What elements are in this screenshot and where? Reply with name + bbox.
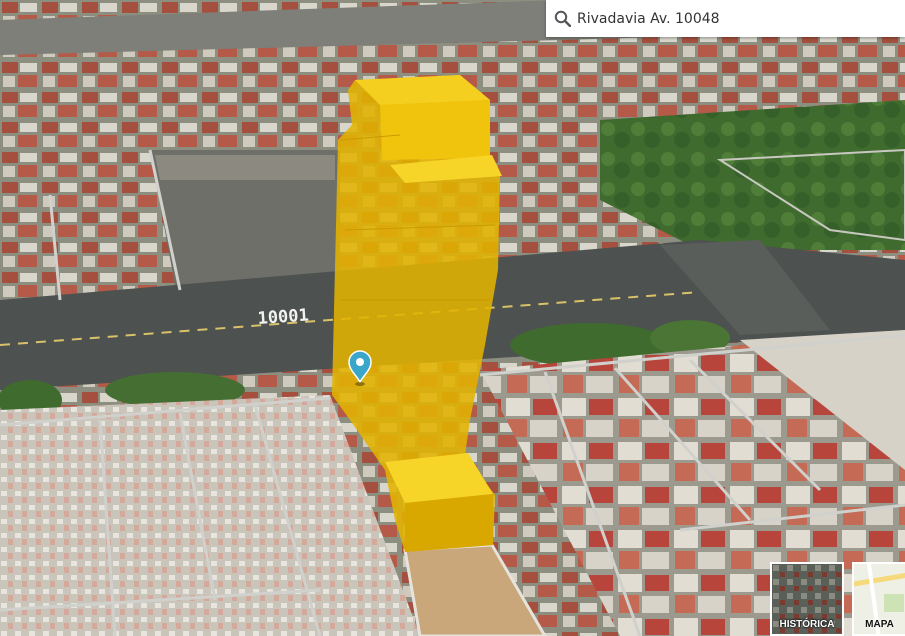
layer-mapa-button[interactable]: MAPA — [852, 562, 905, 636]
search-bar[interactable] — [546, 0, 905, 37]
layer-historica-button[interactable]: HISTÓRICA — [770, 562, 844, 636]
layer-mapa-label: MAPA — [865, 619, 894, 630]
search-input[interactable] — [577, 10, 877, 27]
map-3d-view[interactable]: 10001 — [0, 0, 905, 636]
street-number-label: 10001 — [257, 305, 309, 329]
search-icon — [554, 10, 571, 27]
layer-historica-label: HISTÓRICA — [779, 619, 835, 630]
